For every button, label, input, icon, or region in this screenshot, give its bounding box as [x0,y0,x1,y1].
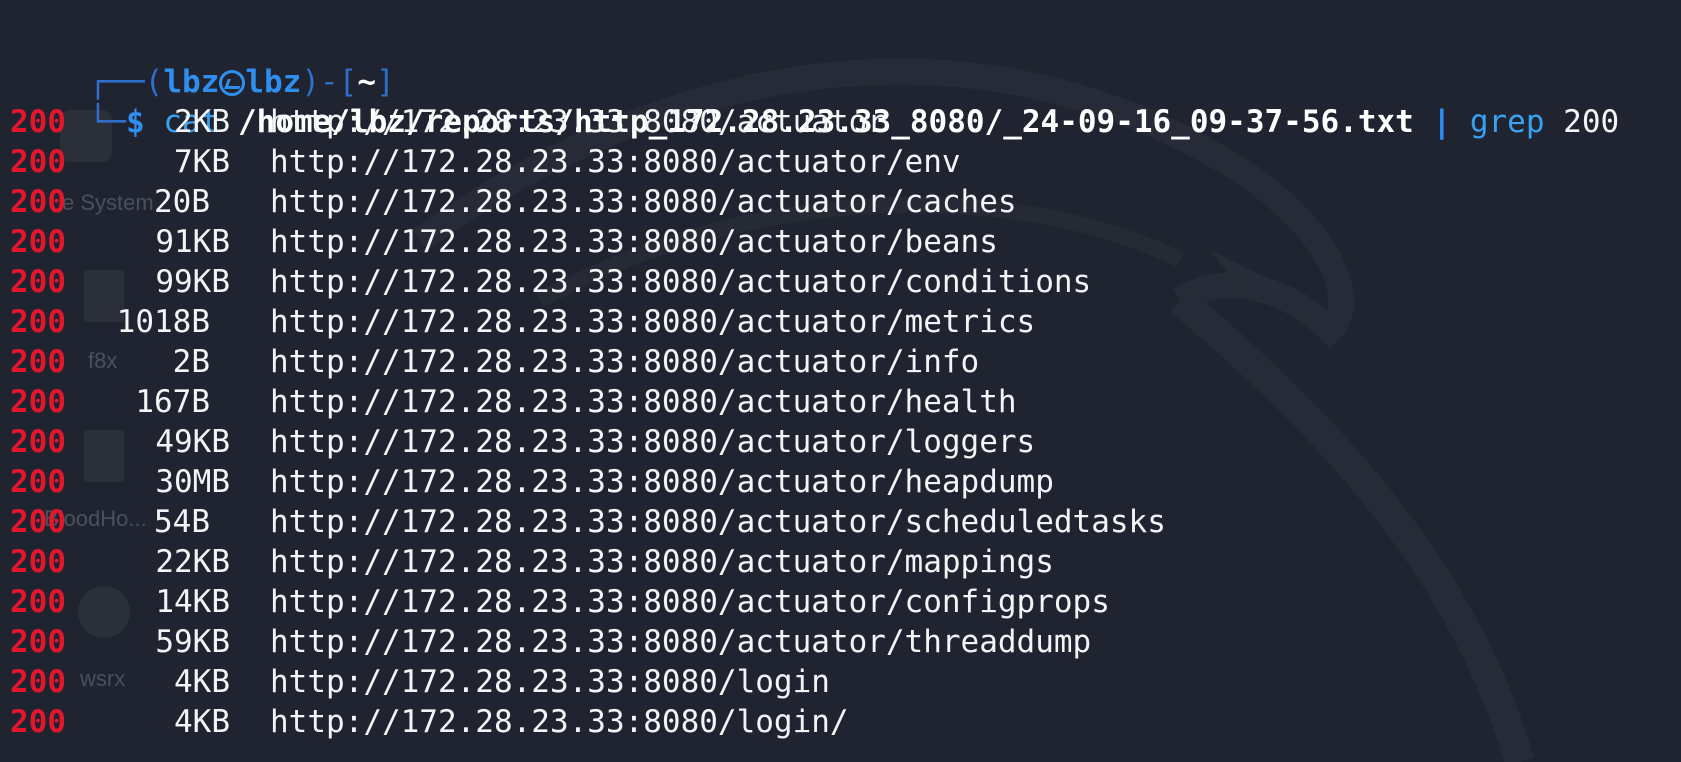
endpoint-url: http://172.28.23.33:8080/actuator/metric… [270,304,1036,340]
endpoint-url: http://172.28.23.33:8080/actuator/info [270,344,980,380]
response-size: 30MB [155,464,230,500]
status-code: 200 [10,624,66,660]
endpoint-url: http://172.28.23.33:8080/login [270,664,830,700]
status-code: 200 [10,144,66,180]
endpoint-url: http://172.28.23.33:8080/actuator/beans [270,224,998,260]
status-code: 200 [10,504,66,540]
response-size: 54B [154,504,210,540]
response-size: 91KB [155,224,230,260]
prompt-line: ┌──(lbz lbz)-[~] [14,22,395,100]
response-size: 4KB [174,704,230,740]
response-size: 4KB [174,664,230,700]
response-size: 22KB [155,544,230,580]
status-code: 200 [10,384,66,420]
endpoint-url: http://172.28.23.33:8080/actuator/mappin… [270,544,1054,580]
status-code: 200 [10,544,66,580]
endpoint-url: http://172.28.23.33:8080/actuator/config… [270,584,1110,620]
status-code: 200 [10,184,66,220]
status-code: 200 [10,104,66,140]
status-code: 200 [10,664,66,700]
endpoint-url: http://172.28.23.33:8080/actuator/condit… [270,264,1092,300]
status-code: 200 [10,464,66,500]
response-size: 7KB [174,144,230,180]
grep-argument: 200 [1563,104,1620,140]
status-code: 200 [10,304,66,340]
pipe-symbol: | [1432,104,1452,140]
response-size: 167B [135,384,210,420]
endpoint-url: http://172.28.23.33:8080/actuator [270,104,886,140]
status-code: 200 [10,344,66,380]
endpoint-url: http://172.28.23.33:8080/actuator/schedu… [270,504,1166,540]
endpoint-url: http://172.28.23.33:8080/actuator/logger… [270,424,1036,460]
command-line[interactable]: └─$ cat /home/lbz/reports/http_172.28.23… [14,62,1620,140]
response-size: 20B [154,184,210,220]
response-size: 99KB [155,264,230,300]
response-size: 14KB [155,584,230,620]
endpoint-url: http://172.28.23.33:8080/actuator/caches [270,184,1017,220]
endpoint-url: http://172.28.23.33:8080/login/ [270,704,849,740]
response-size: 2B [172,344,210,380]
endpoint-url: http://172.28.23.33:8080/actuator/health [270,384,1017,420]
status-code: 200 [10,584,66,620]
status-code: 200 [10,224,66,260]
response-size: 2KB [174,104,230,140]
response-size: 1018B [116,304,210,340]
endpoint-url: http://172.28.23.33:8080/actuator/env [270,144,961,180]
status-code: 200 [10,704,66,740]
terminal-window[interactable]: ┌──(lbz lbz)-[~] └─$ cat /home/lbz/report… [0,0,1681,762]
response-size: 59KB [155,624,230,660]
endpoint-url: http://172.28.23.33:8080/actuator/thread… [270,624,1092,660]
endpoint-url: http://172.28.23.33:8080/actuator/heapdu… [270,464,1054,500]
status-code: 200 [10,424,66,460]
status-code: 200 [10,264,66,300]
response-size: 49KB [155,424,230,460]
grep-command: grep [1469,104,1545,140]
